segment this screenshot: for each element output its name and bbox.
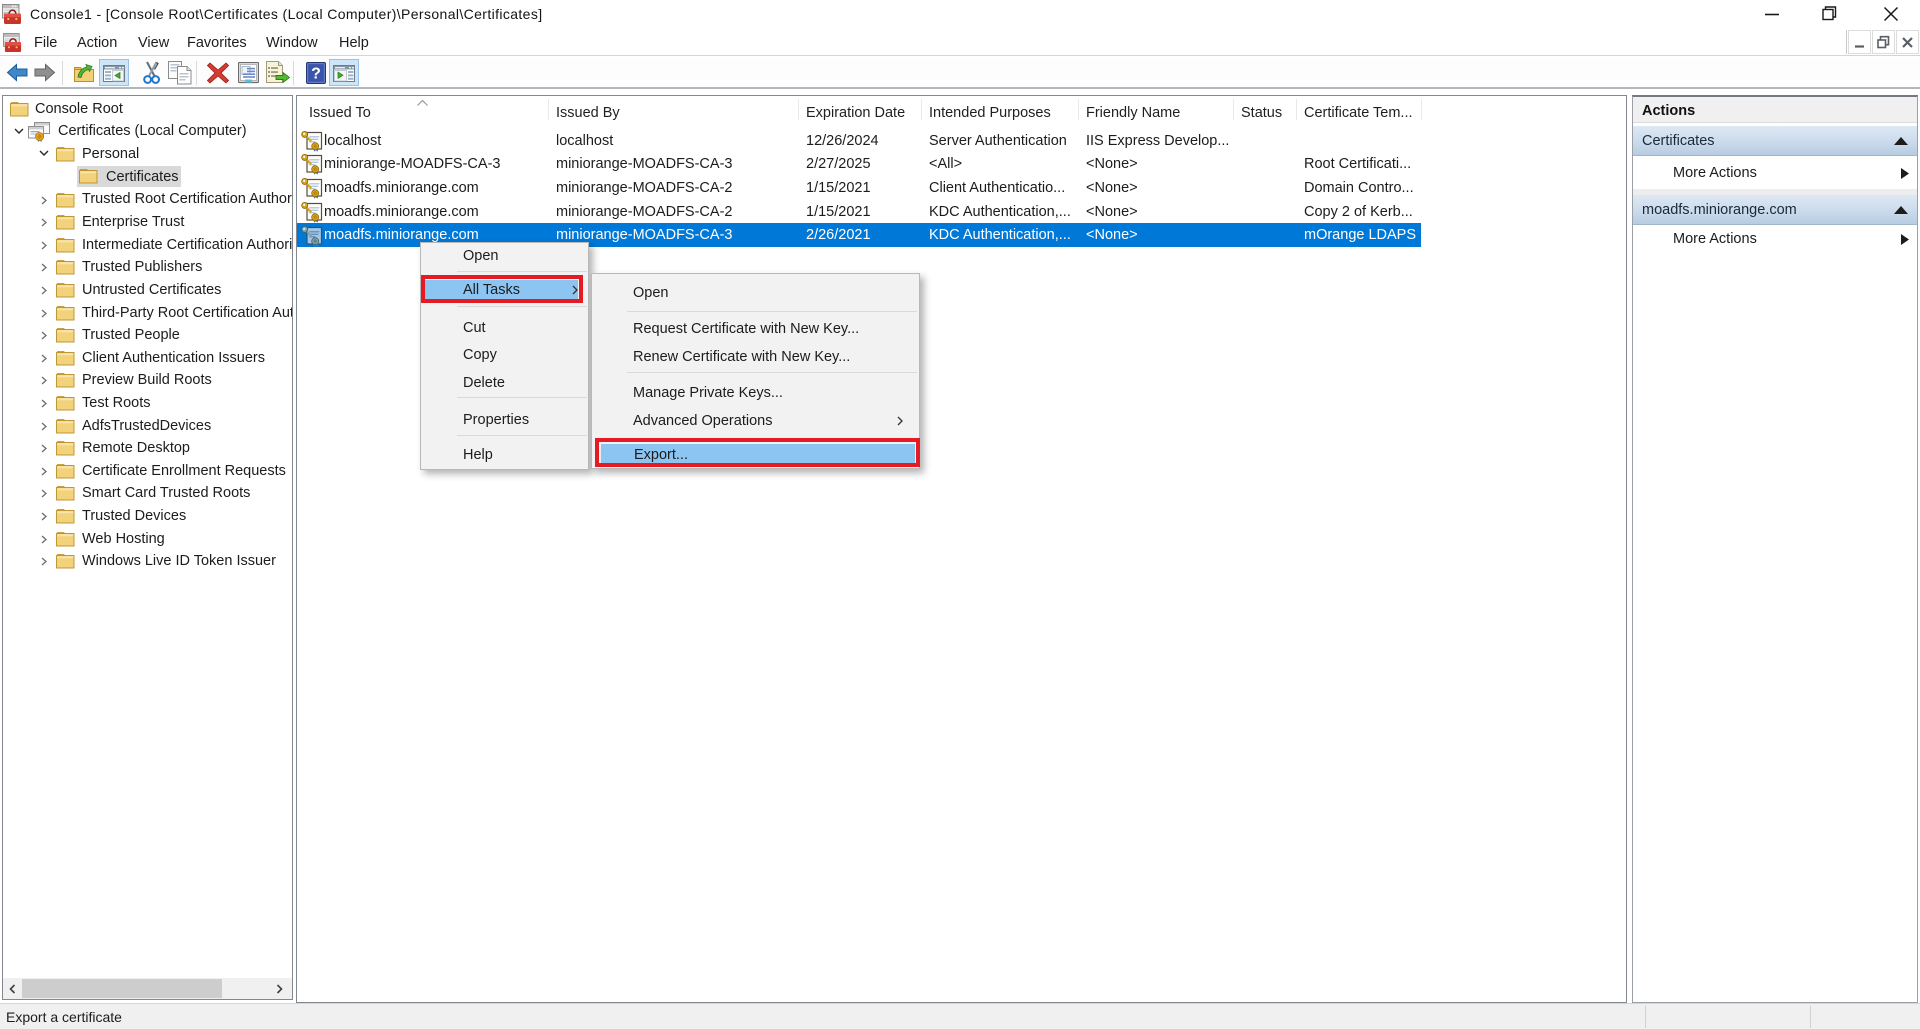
svg-text:?: ? — [311, 66, 321, 83]
